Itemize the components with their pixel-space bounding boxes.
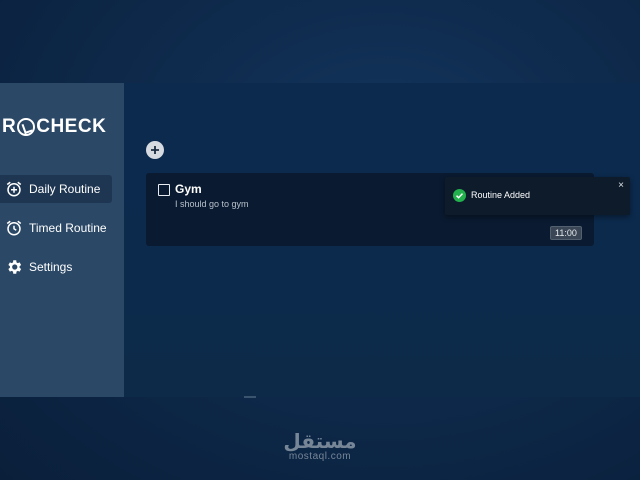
- resize-handle[interactable]: [244, 396, 256, 398]
- logo-text-end: CHECK: [36, 116, 107, 137]
- sidebar-item-label: Settings: [29, 260, 73, 274]
- sidebar-item-label: Daily Routine: [29, 182, 101, 196]
- toast-message: Routine Added: [471, 190, 531, 200]
- sidebar-item-settings[interactable]: Settings: [0, 253, 112, 281]
- alarm-icon: [5, 219, 23, 237]
- sidebar: R CHECK Daily Routine Timed Routine Sett…: [0, 83, 124, 397]
- toast-notification: Routine Added ×: [445, 177, 630, 215]
- add-routine-button[interactable]: [146, 141, 164, 159]
- logo-text-start: R: [2, 116, 17, 137]
- watermark: مستقل mostaql.com: [270, 430, 370, 462]
- check-circle-logo-icon: [17, 118, 36, 136]
- alarm-add-icon: [5, 180, 23, 198]
- routine-checkbox[interactable]: [158, 184, 170, 196]
- sidebar-item-timed-routine[interactable]: Timed Routine: [0, 214, 112, 242]
- sidebar-item-daily-routine[interactable]: Daily Routine: [0, 175, 112, 203]
- toast-close-button[interactable]: ×: [618, 181, 624, 191]
- watermark-arabic: مستقل: [283, 429, 357, 453]
- plus-icon: [151, 146, 159, 154]
- routine-description: I should go to gym: [175, 199, 249, 209]
- app-logo: R CHECK: [2, 116, 106, 138]
- routine-title: Gym: [175, 182, 202, 196]
- app-window: R CHECK Daily Routine Timed Routine Sett…: [0, 83, 640, 397]
- sidebar-item-label: Timed Routine: [29, 221, 107, 235]
- gear-icon: [5, 258, 23, 276]
- watermark-latin: mostaql.com: [288, 451, 352, 462]
- time-badge: 11:00: [550, 226, 582, 240]
- check-circle-icon: [453, 189, 466, 202]
